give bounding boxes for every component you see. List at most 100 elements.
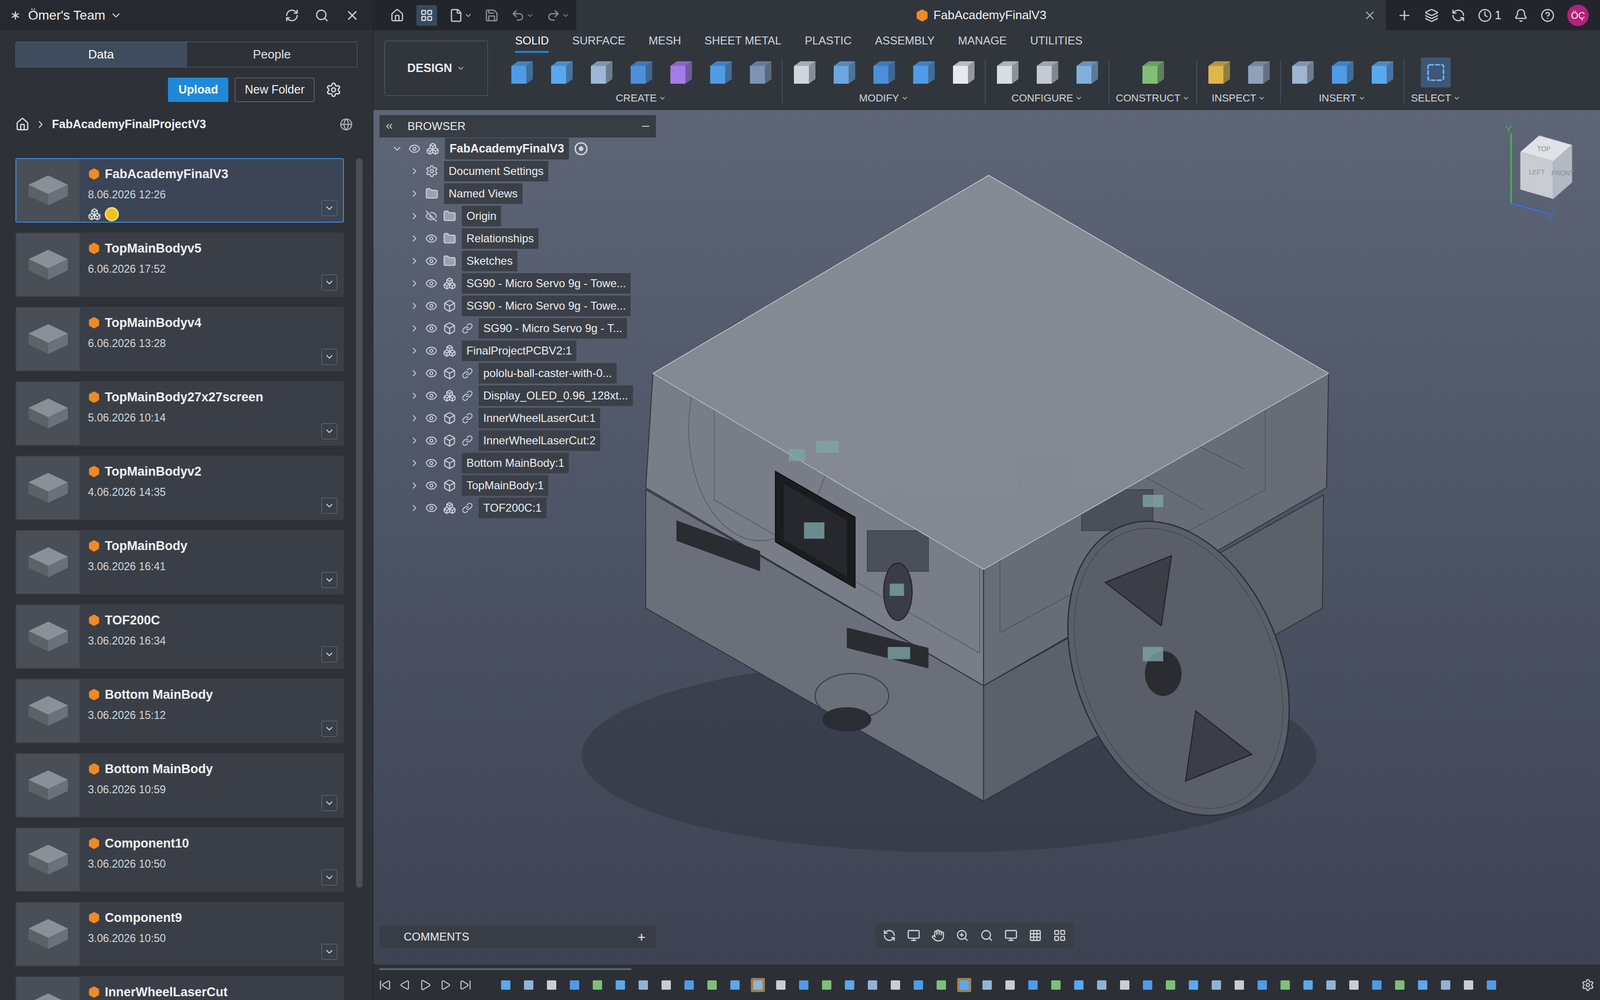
file-card[interactable]: TopMainBody27x27screen5.06.2026 10:14 (15, 381, 344, 446)
tree-label[interactable]: SG90 - Micro Servo 9g - T... (478, 318, 627, 339)
ribbon-tab[interactable]: MANAGE (958, 32, 1007, 53)
tree-label[interactable]: Document Settings (443, 160, 549, 182)
chevron-down-icon[interactable] (464, 11, 473, 20)
breadcrumb-folder[interactable]: FabAcademyFinalProjectV3 (51, 115, 206, 134)
minimize-icon[interactable] (640, 120, 652, 132)
step-back-icon[interactable] (399, 979, 411, 991)
eye-icon[interactable] (425, 389, 438, 402)
workspace-switcher[interactable]: DESIGN (384, 40, 488, 96)
tree-row[interactable]: TopMainBody:1 (379, 474, 656, 497)
eye-icon[interactable] (425, 254, 438, 268)
file-name[interactable]: TopMainBodyv5 (104, 239, 202, 259)
file-name[interactable]: TopMainBody (104, 536, 188, 556)
tree-label[interactable]: Display_OLED_0.96_128xt... (478, 385, 633, 407)
sync-icon[interactable] (1451, 8, 1466, 23)
timeline-feature[interactable] (705, 978, 720, 993)
timeline-settings-icon[interactable] (1581, 978, 1595, 992)
refresh-icon[interactable] (284, 8, 299, 23)
expand-icon[interactable] (409, 300, 420, 312)
tool-icon[interactable] (868, 57, 899, 88)
file-name[interactable]: Bottom MainBody (104, 685, 213, 705)
tree-label[interactable]: TopMainBody:1 (461, 475, 549, 496)
tree-label[interactable]: Bottom MainBody:1 (461, 452, 569, 474)
timeline-feature[interactable] (1048, 978, 1063, 993)
file-menu-button[interactable] (321, 646, 338, 663)
file-menu-button[interactable] (321, 200, 338, 217)
tree-label[interactable]: InnerWheelLaserCut:1 (478, 407, 601, 429)
tool-icon[interactable] (586, 57, 617, 88)
file-menu-button[interactable] (321, 869, 338, 886)
tree-row[interactable]: TOF200C:1 (379, 496, 656, 520)
tool-icon[interactable] (546, 57, 577, 88)
file-card[interactable]: TopMainBody3.06.2026 16:41 (15, 530, 344, 595)
file-card[interactable]: TopMainBodyv56.06.2026 17:52 (15, 232, 344, 298)
timeline-feature[interactable] (1346, 978, 1361, 993)
tree-row[interactable]: Relationships (379, 227, 656, 250)
tool-icon[interactable] (948, 57, 979, 88)
timeline-feature[interactable] (636, 978, 651, 993)
redo-icon[interactable] (546, 8, 561, 23)
tree-row[interactable]: SG90 - Micro Servo 9g - T... (379, 317, 656, 340)
expand-icon[interactable] (409, 480, 420, 491)
tree-label[interactable]: Named Views (443, 183, 523, 204)
timeline-feature[interactable] (842, 978, 857, 993)
view-cube[interactable]: TOPFRONTLEFTYZ (1501, 123, 1582, 223)
team-chevron-icon[interactable] (109, 9, 123, 22)
ribbon-tab[interactable]: SURFACE (572, 32, 626, 53)
tree-label[interactable]: SG90 - Micro Servo 9g - Towe... (461, 273, 631, 294)
eye-icon[interactable] (425, 434, 438, 447)
user-avatar[interactable]: ÖÇ (1567, 4, 1589, 27)
extensions-icon[interactable] (1424, 8, 1439, 23)
collapse-icon[interactable] (384, 121, 395, 132)
timeline-feature[interactable] (1301, 978, 1316, 993)
look-at-icon[interactable] (907, 929, 921, 943)
group-label[interactable]: CONSTRUCT (1115, 90, 1190, 106)
tool-icon[interactable] (665, 57, 696, 88)
home-icon[interactable] (390, 8, 405, 23)
timeline-feature[interactable] (750, 978, 765, 993)
tree-label[interactable]: Sketches (461, 250, 518, 272)
timeline-feature[interactable] (1415, 978, 1430, 993)
file-card[interactable]: TOF200C3.06.2026 16:34 (15, 604, 344, 670)
eye-icon[interactable] (425, 479, 438, 492)
expand-icon[interactable] (409, 390, 420, 401)
eye-icon[interactable] (425, 277, 438, 290)
expand-icon[interactable] (409, 233, 420, 244)
group-label[interactable]: MODIFY (858, 90, 909, 106)
chevron-down-icon[interactable] (525, 11, 535, 20)
file-menu-button[interactable] (321, 720, 338, 737)
group-label[interactable]: INSPECT (1211, 90, 1266, 106)
expand-icon[interactable] (409, 278, 420, 289)
new-folder-button[interactable]: New Folder (234, 77, 315, 102)
ribbon-tab[interactable]: UTILITIES (1030, 32, 1083, 53)
group-label[interactable]: CREATE (615, 90, 667, 106)
tree-row[interactable]: SG90 - Micro Servo 9g - Towe... (379, 294, 656, 318)
eye-icon[interactable] (425, 322, 438, 335)
undo-icon[interactable] (510, 8, 525, 23)
expand-icon[interactable] (391, 143, 403, 155)
timeline-feature[interactable] (1140, 978, 1155, 993)
help-icon[interactable] (1540, 8, 1555, 23)
fit-icon[interactable] (980, 929, 994, 943)
expand-icon[interactable] (409, 435, 420, 446)
ribbon-tab[interactable]: MESH (648, 32, 681, 53)
close-panel-icon[interactable] (344, 7, 360, 23)
tree-row[interactable]: Bottom MainBody:1 (379, 451, 656, 475)
tool-icon[interactable] (625, 57, 656, 88)
timeline-feature[interactable] (1186, 978, 1201, 993)
file-card[interactable]: Component103.06.2026 10:50 (15, 827, 344, 893)
expand-icon[interactable] (409, 413, 420, 424)
eye-icon[interactable] (408, 142, 421, 155)
timeline-feature[interactable] (1461, 978, 1476, 993)
ribbon-tab[interactable]: SOLID (515, 32, 549, 53)
upload-button[interactable]: Upload (167, 77, 229, 102)
timeline-scrubber[interactable] (378, 968, 632, 971)
tool-icon[interactable] (1203, 57, 1234, 88)
timeline-feature[interactable] (1071, 978, 1086, 993)
new-tab-icon[interactable] (1396, 7, 1412, 23)
file-menu-button[interactable] (321, 349, 338, 365)
zoom-icon[interactable] (955, 929, 969, 943)
tool-icon[interactable] (908, 57, 939, 88)
timeline-feature[interactable] (773, 978, 788, 993)
expand-icon[interactable] (409, 210, 420, 222)
